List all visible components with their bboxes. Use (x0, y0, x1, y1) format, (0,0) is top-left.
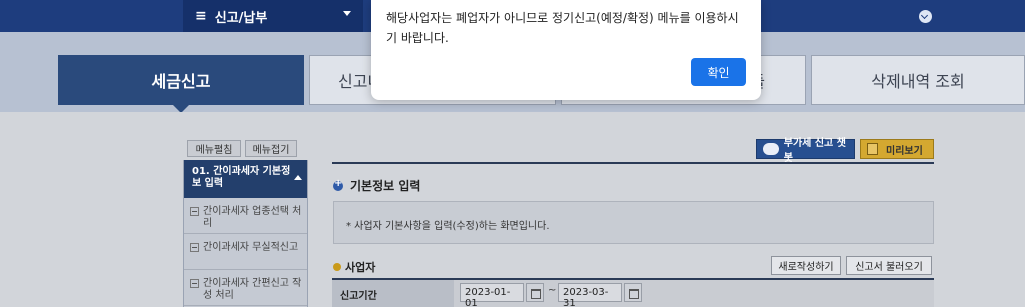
left-sidebar-menu: 01. 간이과세자 기본정보 입력 간이과세자 업종선택 처리 간이과세자 무실… (183, 160, 308, 307)
chatbot-icon (763, 143, 779, 155)
date-to-input[interactable]: 2023-03-31 (558, 283, 622, 307)
expand-menu-button[interactable]: 메뉴펼침 (187, 140, 241, 157)
confirm-button[interactable]: 확인 (691, 58, 746, 86)
sidebar-item-simple-filing[interactable]: 간이과세자 간편신고 작성 처리 (184, 270, 307, 306)
bullet-icon (333, 263, 341, 271)
date-range-separator: ~ (548, 285, 557, 296)
collapse-box-icon (190, 279, 199, 288)
sidebar-section-header[interactable]: 01. 간이과세자 기본정보 입력 (184, 160, 307, 198)
sidebar-item-label: 간이과세자 무실적신고 (203, 242, 299, 253)
button-label: 메뉴펼침 (195, 145, 233, 156)
section-title-text: 기본정보 입력 (350, 179, 421, 193)
plus-circle-icon (333, 178, 343, 191)
period-label-text: 신고기간 (340, 291, 377, 302)
subsection-title: 사업자 (333, 259, 375, 275)
subsection-title-text: 사업자 (345, 261, 376, 274)
load-return-button[interactable]: 신고서 불러오기 (846, 256, 932, 275)
hamburger-icon: ≡ (195, 8, 207, 24)
button-label: 새로작성하기 (778, 262, 834, 273)
category-menu-label: 신고/납부 (214, 10, 268, 26)
alert-message: 해당사업자는 폐업자가 아니므로 정기신고(예정/확정) 메뉴를 이용하시기 바… (386, 11, 739, 45)
button-label: 확인 (707, 65, 730, 80)
button-label: 부가세 신고 챗봇 (783, 138, 846, 164)
button-label: 메뉴접기 (252, 145, 290, 156)
calendar-icon[interactable] (526, 283, 544, 302)
button-label: 미리보기 (886, 145, 923, 157)
button-label: 신고서 불러오기 (855, 262, 923, 273)
expand-menu-icon[interactable] (919, 10, 932, 23)
calendar-icon[interactable] (624, 283, 642, 302)
new-write-button[interactable]: 새로작성하기 (771, 256, 841, 275)
period-label: 신고기간 (332, 280, 454, 307)
tab-label: 삭제내역 조회 (871, 72, 965, 91)
document-icon (867, 143, 878, 155)
chevron-down-icon (343, 11, 351, 16)
collapse-box-icon (190, 207, 199, 216)
chevron-up-icon (294, 175, 302, 180)
divider (332, 162, 934, 164)
tab-tax-filing[interactable]: 세금신고 (58, 55, 304, 113)
sidebar-item-label: 간이과세자 업종선택 처리 (203, 206, 302, 229)
category-menu-button[interactable]: ≡ 신고/납부 (183, 0, 363, 32)
alert-dialog: 해당사업자는 폐업자가 아니므로 정기신고(예정/확정) 메뉴를 이용하시기 바… (371, 0, 761, 100)
tab-deleted-history[interactable]: 삭제내역 조회 (811, 55, 1025, 105)
collapse-menu-button[interactable]: 메뉴접기 (245, 140, 297, 157)
info-text: * 사업자 기본사항을 입력(수정)하는 화면입니다. (346, 221, 550, 232)
sidebar-section-title: 01. 간이과세자 기본정보 입력 (192, 166, 291, 189)
preview-button[interactable]: 미리보기 (860, 139, 934, 159)
vat-chatbot-button[interactable]: 부가세 신고 챗봇 (756, 138, 855, 164)
sidebar-item-label: 간이과세자 간편신고 작성 처리 (203, 278, 302, 301)
info-box: * 사업자 기본사항을 입력(수정)하는 화면입니다. (333, 201, 934, 244)
tab-label: 세금신고 (151, 72, 211, 91)
collapse-box-icon (190, 243, 199, 252)
section-title: 기본정보 입력 (333, 177, 420, 194)
sidebar-item-no-activity[interactable]: 간이과세자 무실적신고 (184, 234, 307, 270)
sidebar-item-business-type[interactable]: 간이과세자 업종선택 처리 (184, 198, 307, 234)
date-from-input[interactable]: 2023-01-01 (460, 283, 524, 307)
